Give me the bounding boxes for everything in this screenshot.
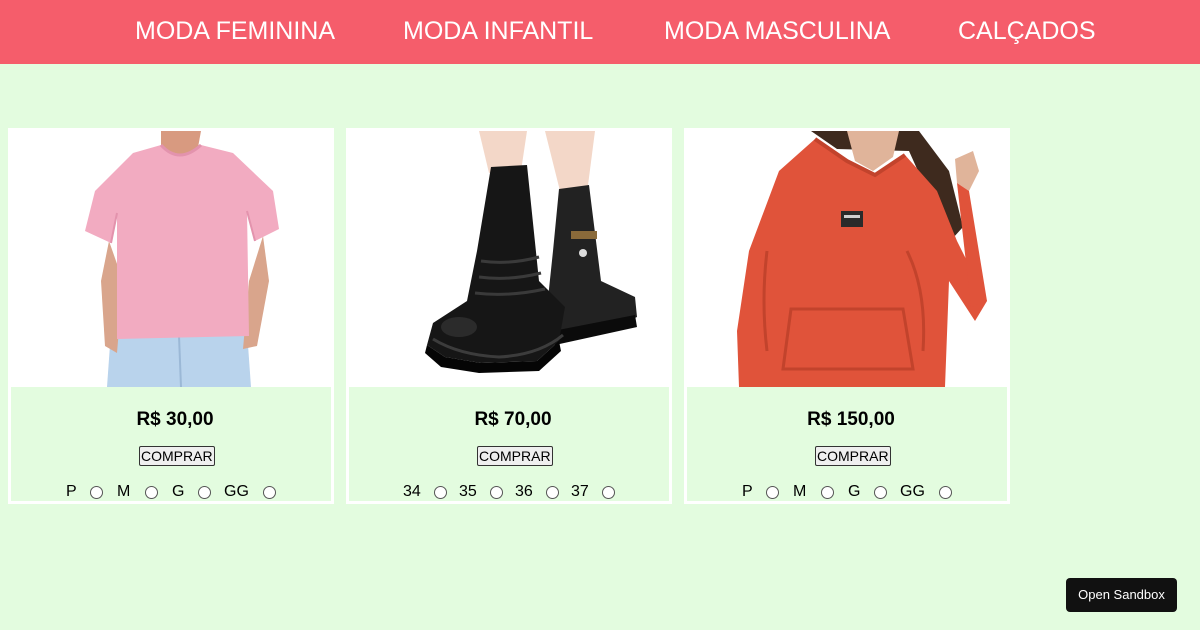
size-label: 34 <box>403 483 421 500</box>
size-label: G <box>848 483 861 500</box>
size-label: 36 <box>515 483 533 500</box>
product-card: R$ 30,00 COMPRAR P M G GG <box>8 128 334 504</box>
product-image-black-ankle-boots <box>349 131 669 387</box>
size-radio[interactable] <box>145 486 158 499</box>
size-radio[interactable] <box>939 486 952 499</box>
size-radio[interactable] <box>766 486 779 499</box>
product-image-orange-hoodie <box>687 131 1007 387</box>
size-label: 35 <box>459 483 477 500</box>
top-nav: MODA FEMININA MODA INFANTIL MODA MASCULI… <box>0 0 1200 64</box>
size-options: 34 35 36 37 <box>349 483 669 503</box>
product-card: R$ 70,00 COMPRAR 34 35 36 37 <box>346 128 672 504</box>
size-radio[interactable] <box>198 486 211 499</box>
product-image-pink-t-shirt <box>11 131 331 387</box>
product-card: R$ 150,00 COMPRAR P M G GG <box>684 128 1010 504</box>
nav-item-moda-masculina[interactable]: MODA MASCULINA <box>664 16 890 46</box>
size-radio[interactable] <box>490 486 503 499</box>
open-sandbox-button[interactable]: Open Sandbox <box>1066 578 1177 612</box>
size-label: G <box>172 483 185 500</box>
comprar-button[interactable]: COMPRAR <box>139 446 215 466</box>
comprar-button[interactable]: COMPRAR <box>815 446 891 466</box>
size-radio[interactable] <box>263 486 276 499</box>
nav-item-calcados[interactable]: CALÇADOS <box>958 16 1096 46</box>
size-label: 37 <box>571 483 589 500</box>
product-price: R$ 150,00 <box>807 409 895 430</box>
nav-item-moda-feminina[interactable]: MODA FEMININA <box>135 16 335 46</box>
size-radio[interactable] <box>90 486 103 499</box>
size-options: P M G GG <box>11 483 331 503</box>
size-radio[interactable] <box>602 486 615 499</box>
size-options: P M G GG <box>687 483 1007 503</box>
size-label: M <box>117 483 131 500</box>
size-radio[interactable] <box>821 486 834 499</box>
size-label: GG <box>900 483 925 500</box>
product-price: R$ 30,00 <box>136 409 214 430</box>
size-radio[interactable] <box>874 486 887 499</box>
size-radio[interactable] <box>434 486 447 499</box>
product-price: R$ 70,00 <box>474 409 552 430</box>
nav-item-moda-infantil[interactable]: MODA INFANTIL <box>403 16 593 46</box>
comprar-button[interactable]: COMPRAR <box>477 446 553 466</box>
size-label: GG <box>224 483 249 500</box>
size-radio[interactable] <box>546 486 559 499</box>
size-label: P <box>742 483 753 500</box>
size-label: P <box>66 483 77 500</box>
size-label: M <box>793 483 807 500</box>
